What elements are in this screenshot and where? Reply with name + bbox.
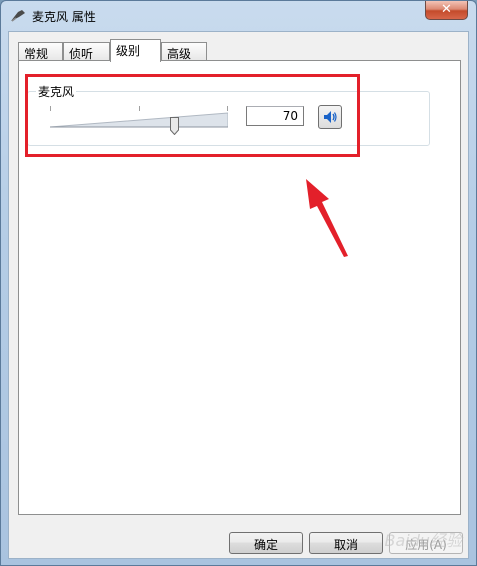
watermark: Baidu经验 (384, 531, 462, 550)
tab-advanced[interactable]: 高级 (161, 42, 207, 61)
close-button[interactable]: ✕ (425, 1, 468, 20)
annotation-arrow (306, 179, 348, 257)
tab-label: 级别 (116, 44, 141, 58)
dialog-client-area: 常规 侦听 级别 高级 麦克风 70 确定 取消 应用(A) (8, 31, 469, 559)
title-bar[interactable]: 麦克风 属性 ✕ (1, 1, 476, 31)
tab-label: 常规 (24, 47, 49, 61)
tab-listen[interactable]: 侦听 (63, 42, 110, 61)
tab-general[interactable]: 常规 (18, 42, 63, 61)
ok-button[interactable]: 确定 (229, 532, 303, 554)
close-icon: ✕ (441, 2, 452, 17)
tab-label: 高级 (167, 47, 192, 61)
tab-label: 侦听 (69, 47, 94, 61)
window-title: 麦克风 属性 (32, 10, 96, 24)
highlight-box (25, 74, 360, 157)
tab-levels[interactable]: 级别 (110, 39, 161, 62)
microphone-icon (11, 10, 25, 22)
cancel-button[interactable]: 取消 (309, 532, 383, 554)
properties-window: 麦克风 属性 ✕ 常规 侦听 级别 高级 麦克风 70 确定 取消 应用(A) … (0, 0, 477, 566)
